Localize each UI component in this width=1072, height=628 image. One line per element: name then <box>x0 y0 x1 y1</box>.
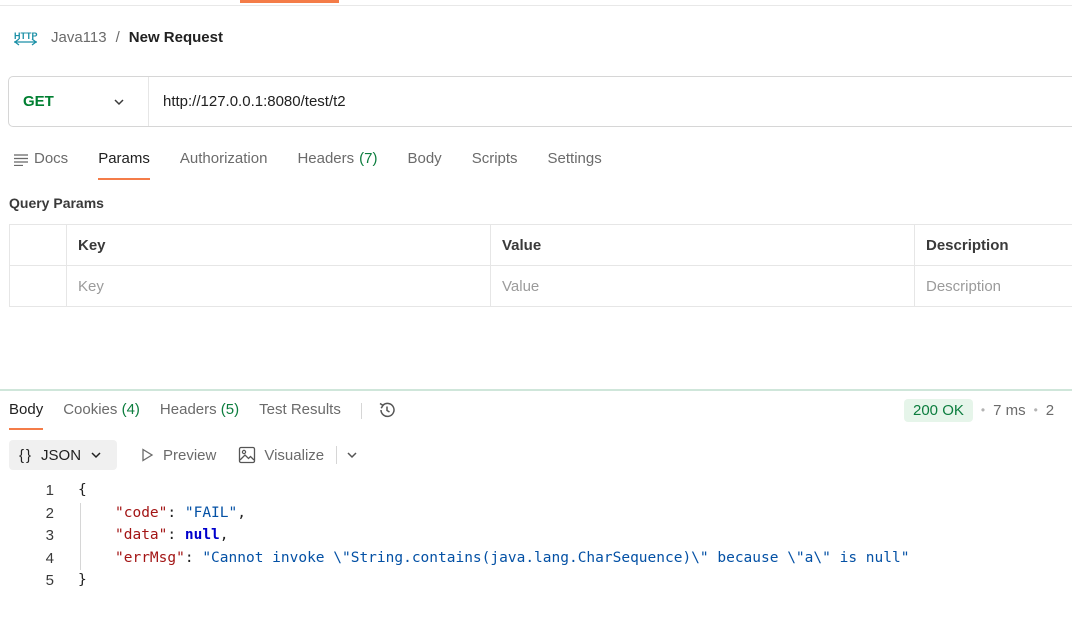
line-number: 2 <box>45 504 54 522</box>
response-tab-cookies[interactable]: Cookies (4) <box>63 400 140 430</box>
tab-count: (5) <box>220 401 240 418</box>
tab-label: Authorization <box>179 150 268 167</box>
chevron-down-icon <box>114 99 124 106</box>
response-body-editor[interactable]: 1 { 2 "code": "FAIL", 3 "data": null, 4 … <box>0 480 910 593</box>
tab-headers[interactable]: Headers (7) <box>297 148 377 180</box>
response-tab-test-results[interactable]: Test Results <box>259 400 341 430</box>
params-table: Key Value Description Key Value Descript… <box>9 224 1072 307</box>
status-badge[interactable]: 200 OK <box>904 398 973 422</box>
json-value: "Cannot invoke \"String.contains(java.la… <box>202 549 910 566</box>
code-text: "data": null, <box>115 527 229 543</box>
column-header-key: Key <box>66 224 491 266</box>
code-line: 5 } <box>0 570 87 593</box>
code-line: 1 { <box>0 480 87 503</box>
line-number: 5 <box>45 572 54 589</box>
format-select[interactable]: {} JSON <box>9 440 117 470</box>
response-size[interactable]: 2 <box>1046 402 1054 419</box>
preview-label: Preview <box>163 446 217 464</box>
docs-icon <box>14 154 28 166</box>
tab-scripts[interactable]: Scripts <box>472 148 518 180</box>
response-divider[interactable] <box>0 389 1072 391</box>
json-value: null <box>184 527 220 543</box>
format-bar: {} JSON Preview Visualize <box>9 440 359 470</box>
method-select[interactable]: GET <box>9 77 149 126</box>
code-text: "errMsg": "Cannot invoke \"String.contai… <box>115 549 910 566</box>
http-icon: HTTP <box>14 31 38 46</box>
indent-guide <box>80 503 81 570</box>
breadcrumb-collection[interactable]: Java113 <box>51 29 107 46</box>
tab-docs[interactable]: Docs <box>14 148 68 180</box>
breadcrumb-separator: / <box>115 28 120 46</box>
tab-label: Headers <box>159 401 217 418</box>
tab-label: Body <box>9 401 44 418</box>
tab-body[interactable]: Body <box>407 148 441 180</box>
tab-params[interactable]: Params <box>98 148 150 180</box>
visualize-button[interactable]: Visualize <box>238 446 324 464</box>
response-tab-headers[interactable]: Headers (5) <box>160 400 239 430</box>
code-line: 4 "errMsg": "Cannot invoke \"String.cont… <box>0 548 910 571</box>
key-input[interactable]: Key <box>66 265 491 307</box>
json-key: "errMsg" <box>115 549 185 566</box>
tab-label: Settings <box>547 150 602 167</box>
method-label: GET <box>23 93 54 110</box>
json-key: "code" <box>115 504 168 521</box>
tab-authorization[interactable]: Authorization <box>180 148 268 180</box>
checkbox-column-header <box>9 224 67 266</box>
breadcrumb: HTTP Java113 / New Request <box>13 26 223 48</box>
tab-label: Test Results <box>259 401 341 418</box>
description-input[interactable]: Description <box>914 265 1072 307</box>
chevron-down-icon <box>91 452 101 459</box>
table-header-row: Key Value Description <box>9 224 1072 266</box>
tab-label: Headers <box>297 150 355 167</box>
code-text: { <box>78 482 87 498</box>
row-checkbox-cell <box>9 265 67 307</box>
tab-label: Params <box>98 150 150 167</box>
tab-label: Docs <box>34 150 69 167</box>
tab-count: (4) <box>121 401 140 418</box>
chevron-down-icon[interactable] <box>345 448 359 462</box>
request-tabs: Docs Params Authorization Headers (7) Bo… <box>14 148 632 180</box>
preview-button[interactable]: Preview <box>139 447 216 464</box>
url-bar: GET <box>8 76 1072 127</box>
play-icon <box>142 448 154 462</box>
query-params-title: Query Params <box>9 195 104 211</box>
tab-strip-border <box>0 5 1072 6</box>
tab-label: Body <box>407 150 442 167</box>
tab-label: Scripts <box>471 150 518 167</box>
code-line: 3 "data": null, <box>0 525 229 548</box>
format-label: JSON <box>41 446 82 464</box>
tab-separator <box>360 403 362 419</box>
response-tabs: Body Cookies (4) Headers (5) Test Result… <box>9 400 397 432</box>
tab-label: Cookies <box>63 401 118 418</box>
visualize-label: Visualize <box>264 446 325 464</box>
separator-dot: • <box>980 403 986 417</box>
line-number: 3 <box>45 527 54 544</box>
column-header-description: Description <box>914 224 1072 266</box>
tab-count: (7) <box>359 150 378 167</box>
image-icon <box>239 446 256 464</box>
braces-icon: {} <box>19 446 34 464</box>
url-input[interactable] <box>163 93 963 110</box>
response-time[interactable]: 7 ms <box>993 402 1026 419</box>
response-tab-body[interactable]: Body <box>9 400 44 430</box>
line-number: 1 <box>45 482 54 499</box>
code-line: 2 "code": "FAIL", <box>0 503 246 526</box>
json-key: "data" <box>115 527 168 543</box>
response-status: 200 OK • 7 ms • 2 <box>904 398 1054 422</box>
request-title[interactable]: New Request <box>129 29 223 46</box>
json-value: "FAIL" <box>184 504 238 521</box>
active-tab-indicator <box>240 0 339 3</box>
line-number: 4 <box>45 549 54 567</box>
separator-dot: • <box>1033 403 1038 417</box>
column-header-value: Value <box>490 224 915 266</box>
code-text: } <box>78 572 87 588</box>
toolbar-separator <box>336 446 338 464</box>
value-input[interactable]: Value <box>490 265 915 307</box>
history-icon[interactable] <box>377 400 397 420</box>
table-row: Key Value Description <box>9 265 1072 307</box>
tab-settings[interactable]: Settings <box>548 148 602 180</box>
code-text: "code": "FAIL", <box>115 504 246 521</box>
